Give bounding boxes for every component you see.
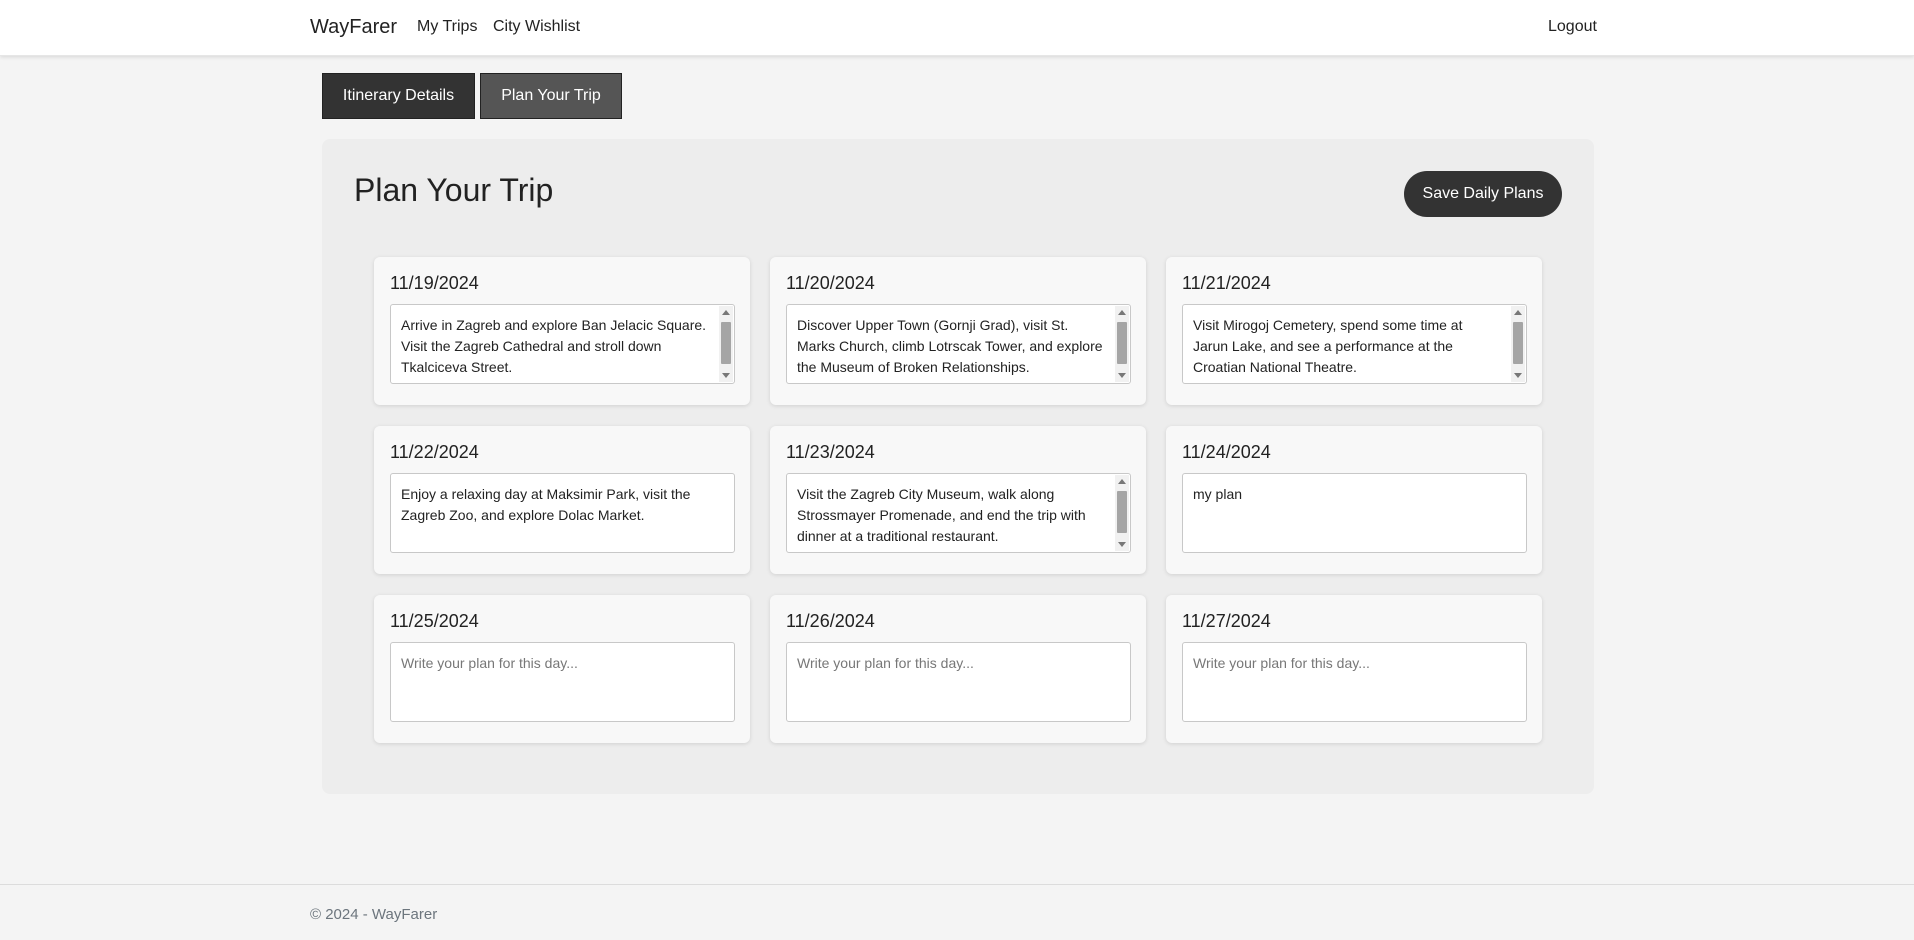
scroll-down-arrow-icon[interactable] — [1118, 542, 1126, 547]
scroll-up-arrow-icon[interactable] — [1118, 310, 1126, 315]
day-plan-text: Enjoy a relaxing day at Maksimir Park, v… — [401, 486, 691, 523]
footer: © 2024 - WayFarer — [0, 884, 1914, 940]
day-plan-text: Discover Upper Town (Gornji Grad), visit… — [797, 317, 1103, 375]
scroll-down-arrow-icon[interactable] — [722, 373, 730, 378]
brand-link[interactable]: WayFarer — [310, 16, 397, 39]
footer-copyright: © 2024 - WayFarer — [310, 906, 438, 923]
logout-link[interactable]: Logout — [1548, 18, 1597, 36]
scroll-up-arrow-icon[interactable] — [1514, 310, 1522, 315]
day-plan-placeholder: Write your plan for this day... — [1193, 655, 1370, 671]
textarea-scrollbar[interactable] — [1115, 475, 1129, 551]
scroll-thumb[interactable] — [721, 322, 731, 364]
scroll-down-arrow-icon[interactable] — [1118, 373, 1126, 378]
day-card: 11/27/2024 Write your plan for this day..… — [1166, 595, 1542, 743]
day-plan-text: my plan — [1193, 486, 1243, 502]
day-plan-textarea[interactable]: Visit the Zagreb City Museum, walk along… — [786, 473, 1131, 553]
day-plan-placeholder: Write your plan for this day... — [401, 655, 578, 671]
day-plan-textarea[interactable]: Write your plan for this day... — [786, 642, 1131, 722]
day-card: 11/23/2024 Visit the Zagreb City Museum, … — [770, 426, 1146, 574]
day-date: 11/19/2024 — [390, 273, 479, 293]
day-plan-textarea[interactable]: Write your plan for this day... — [390, 642, 735, 722]
day-plan-placeholder: Write your plan for this day... — [797, 655, 974, 671]
day-date: 11/25/2024 — [390, 611, 479, 631]
day-card: 11/20/2024 Discover Upper Town (Gornji Gr… — [770, 257, 1146, 405]
top-navbar: WayFarer My Trips City Wishlist Logout — [0, 0, 1914, 56]
nav-link-my-trips[interactable]: My Trips — [417, 18, 477, 36]
textarea-scrollbar[interactable] — [719, 306, 733, 382]
day-plan-textarea[interactable]: Discover Upper Town (Gornji Grad), visit… — [786, 304, 1131, 384]
day-date: 11/24/2024 — [1182, 442, 1271, 462]
day-card: 11/25/2024 Write your plan for this day..… — [374, 595, 750, 743]
day-card: 11/24/2024 my plan — [1166, 426, 1542, 574]
scroll-up-arrow-icon[interactable] — [722, 310, 730, 315]
plan-panel: Plan Your Trip Save Daily Plans 11/19/20… — [322, 139, 1594, 794]
textarea-scrollbar[interactable] — [1511, 306, 1525, 382]
day-plan-text: Visit Mirogoj Cemetery, spend some time … — [1193, 317, 1463, 375]
scroll-thumb[interactable] — [1117, 491, 1127, 533]
day-plan-textarea[interactable]: my plan — [1182, 473, 1527, 553]
scroll-thumb[interactable] — [1117, 322, 1127, 364]
scroll-up-arrow-icon[interactable] — [1118, 479, 1126, 484]
save-daily-plans-button[interactable]: Save Daily Plans — [1404, 171, 1562, 217]
nav-link-city-wishlist[interactable]: City Wishlist — [493, 18, 580, 36]
day-card: 11/21/2024 Visit Mirogoj Cemetery, spend … — [1166, 257, 1542, 405]
scroll-thumb[interactable] — [1513, 322, 1523, 364]
page-title: Plan Your Trip — [354, 172, 554, 208]
day-date: 11/20/2024 — [786, 273, 875, 293]
day-plan-textarea[interactable]: Enjoy a relaxing day at Maksimir Park, v… — [390, 473, 735, 553]
day-card: 11/22/2024 Enjoy a relaxing day at Maksim… — [374, 426, 750, 574]
day-date: 11/22/2024 — [390, 442, 479, 462]
scroll-down-arrow-icon[interactable] — [1514, 373, 1522, 378]
textarea-scrollbar[interactable] — [1115, 306, 1129, 382]
day-date: 11/27/2024 — [1182, 611, 1271, 631]
day-plan-text: Visit the Zagreb City Museum, walk along… — [797, 486, 1086, 544]
day-date: 11/23/2024 — [786, 442, 875, 462]
day-plan-textarea[interactable]: Write your plan for this day... — [1182, 642, 1527, 722]
day-plan-textarea[interactable]: Arrive in Zagreb and explore Ban Jelacic… — [390, 304, 735, 384]
day-date: 11/26/2024 — [786, 611, 875, 631]
tab-itinerary-details[interactable]: Itinerary Details — [322, 73, 475, 119]
day-card: 11/26/2024 Write your plan for this day..… — [770, 595, 1146, 743]
day-plan-textarea[interactable]: Visit Mirogoj Cemetery, spend some time … — [1182, 304, 1527, 384]
day-date: 11/21/2024 — [1182, 273, 1271, 293]
tab-plan-your-trip[interactable]: Plan Your Trip — [480, 73, 622, 119]
day-card: 11/19/2024 Arrive in Zagreb and explore B… — [374, 257, 750, 405]
day-plan-text: Arrive in Zagreb and explore Ban Jelacic… — [401, 317, 707, 375]
